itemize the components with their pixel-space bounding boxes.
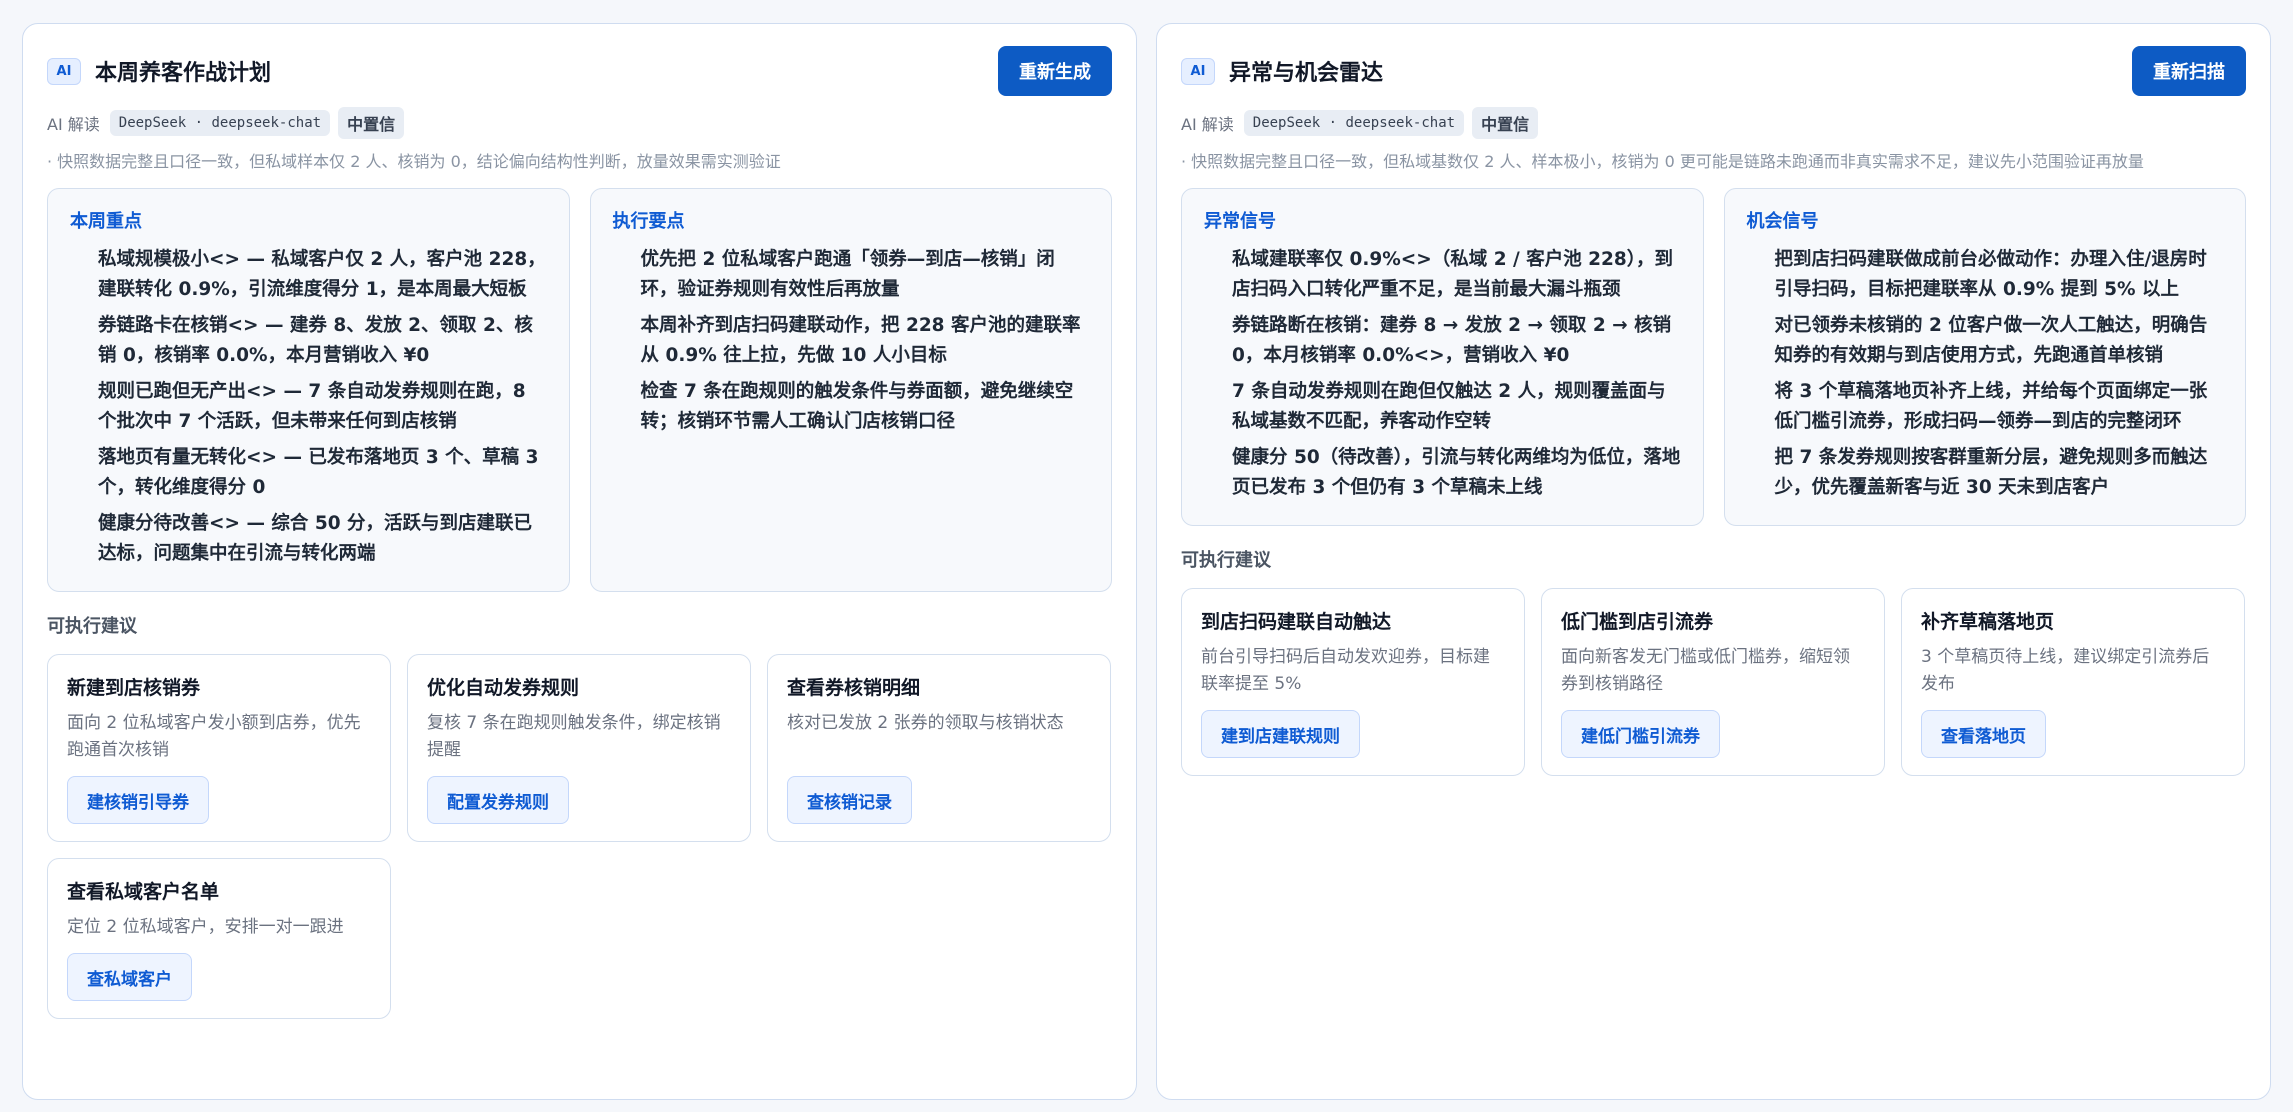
caveat-text: · 快照数据完整且口径一致，但私域样本仅 2 人、核销为 0，结论偏向结构性判断… <box>47 152 781 171</box>
list-item: 将 3 个草稿落地页补齐上线，并给每个页面绑定一张低门槛引流券，形成扫码—领券—… <box>1774 381 2208 432</box>
panel-header: AI 异常与机会雷达 重新扫描 <box>1181 46 2246 96</box>
meta-label: AI 解读 <box>47 115 100 134</box>
panel-title: 本周养客作战计划 <box>95 61 272 86</box>
list-item: 私域规模极小<> — 私域客户仅 2 人，客户池 228，建联转化 0.9%，引… <box>98 249 546 300</box>
create-connect-rule-button[interactable]: 建到店建联规则 <box>1201 710 1360 758</box>
action-cards: 新建到店核销券 面向 2 位私域客户发小额到店券，优先跑通首次核销 建核销引导券… <box>47 654 1112 1019</box>
card-title: 新建到店核销券 <box>67 677 201 699</box>
anomaly-radar-panel: AI 异常与机会雷达 重新扫描 AI 解读 DeepSeek · deepsee… <box>1156 23 2271 1100</box>
insight-columns: 本周重点 私域规模极小<> — 私域客户仅 2 人，客户池 228，建联转化 0… <box>47 188 1112 592</box>
panel-title: 异常与机会雷达 <box>1229 61 1384 86</box>
focus-box: 本周重点 私域规模极小<> — 私域客户仅 2 人，客户池 228，建联转化 0… <box>47 188 570 592</box>
action-card: 低门槛到店引流券 面向新客发无门槛或低门槛券，缩短领券到核销路径 建低门槛引流券 <box>1541 588 1885 776</box>
action-card: 新建到店核销券 面向 2 位私域客户发小额到店券，优先跑通首次核销 建核销引导券 <box>47 654 391 842</box>
action-card: 到店扫码建联自动触达 前台引导扫码后自动发欢迎券，目标建联率提至 5% 建到店建… <box>1181 588 1525 776</box>
list-item: 检查 7 条在跑规则的触发条件与券面额，避免继续空转；核销环节需人工确认门店核销… <box>640 381 1074 432</box>
list-item: 把到店扫码建联做成前台必做动作：办理入住/退房时引导扫码，目标把建联率从 0.9… <box>1774 249 2207 300</box>
card-desc: 面向新客发无门槛或低门槛券，缩短领券到核销路径 <box>1561 647 1850 694</box>
rescan-button[interactable]: 重新扫描 <box>2132 46 2246 96</box>
opportunity-title: 机会信号 <box>1746 211 1819 232</box>
ai-badge: AI <box>1181 57 1215 85</box>
insight-columns: 异常信号 私域建联率仅 0.9%<>（私域 2 / 客户池 228），到店扫码入… <box>1181 188 2246 526</box>
anomaly-title: 异常信号 <box>1204 211 1276 232</box>
list-item: 本周补齐到店扫码建联动作，把 228 客户池的建联率从 0.9% 往上拉，先做 … <box>640 315 1081 366</box>
card-title: 优化自动发券规则 <box>427 677 580 699</box>
card-desc: 面向 2 位私域客户发小额到店券，优先跑通首次核销 <box>67 713 361 760</box>
actions-title: 可执行建议 <box>47 616 137 637</box>
regenerate-button[interactable]: 重新生成 <box>998 46 1112 96</box>
model-chip: DeepSeek · deepseek-chat <box>109 110 331 136</box>
ai-meta: AI 解读 DeepSeek · deepseek-chat 中置信 <box>1181 107 2246 139</box>
list-item: 健康分 50（待改善），引流与转化两维均为低位，落地页已发布 3 个但仍有 3 … <box>1232 447 1681 498</box>
ai-meta: AI 解读 DeepSeek · deepseek-chat 中置信 <box>47 107 1112 139</box>
list-item: 把 7 条发券规则按客群重新分层，避免规则多而触达少，优先覆盖新客与近 30 天… <box>1774 447 2208 498</box>
action-card: 查看券核销明细 核对已发放 2 张券的领取与核销状态 查核销记录 <box>767 654 1111 842</box>
action-card: 优化自动发券规则 复核 7 条在跑规则触发条件，绑定核销提醒 配置发券规则 <box>407 654 751 842</box>
list-item: 券链路断在核销：建券 8 → 发放 2 → 领取 2 → 核销 0，本月核销率 … <box>1232 315 1672 366</box>
action-card: 查看私域客户名单 定位 2 位私域客户，安排一对一跟进 查私域客户 <box>47 858 391 1019</box>
view-private-customers-button[interactable]: 查私域客户 <box>67 953 192 1001</box>
execution-list: 优先把 2 位私域客户跑通「领券—到店—核销」闭环，验证券规则有效性后再放量 本… <box>613 245 1090 437</box>
panel-header: AI 本周养客作战计划 重新生成 <box>47 46 1112 96</box>
card-title: 查看私域客户名单 <box>67 881 220 903</box>
execution-box: 执行要点 优先把 2 位私域客户跑通「领券—到店—核销」闭环，验证券规则有效性后… <box>589 188 1112 592</box>
list-item: 私域建联率仅 0.9%<>（私域 2 / 客户池 228），到店扫码入口转化严重… <box>1232 249 1674 300</box>
meta-label: AI 解读 <box>1181 115 1234 134</box>
create-redeem-coupon-button[interactable]: 建核销引导券 <box>67 776 209 824</box>
list-item: 规则已跑但无产出<> — 7 条自动发券规则在跑，8 个批次中 7 个活跃，但未… <box>98 381 526 432</box>
weekly-plan-panel: AI 本周养客作战计划 重新生成 AI 解读 DeepSeek · deepse… <box>22 23 1137 1100</box>
view-redeem-records-button[interactable]: 查核销记录 <box>787 776 912 824</box>
actions-title: 可执行建议 <box>1181 550 1271 571</box>
ai-badge: AI <box>47 57 81 85</box>
confidence-chip: 中置信 <box>1472 107 1539 139</box>
anomaly-list: 私域建联率仅 0.9%<>（私域 2 / 客户池 228），到店扫码入口转化严重… <box>1204 245 1681 503</box>
list-item: 健康分待改善<> — 综合 50 分，活跃与到店建联已达标，问题集中在引流与转化… <box>98 513 533 564</box>
view-landing-pages-button[interactable]: 查看落地页 <box>1921 710 2046 758</box>
card-desc: 核对已发放 2 张券的领取与核销状态 <box>787 713 1064 733</box>
card-desc: 3 个草稿页待上线，建议绑定引流券后发布 <box>1921 647 2210 694</box>
card-desc: 前台引导扫码后自动发欢迎券，目标建联率提至 5% <box>1201 647 1490 694</box>
create-low-threshold-coupon-button[interactable]: 建低门槛引流券 <box>1561 710 1720 758</box>
list-item: 优先把 2 位私域客户跑通「领券—到店—核销」闭环，验证券规则有效性后再放量 <box>640 249 1055 300</box>
card-desc: 定位 2 位私域客户，安排一对一跟进 <box>67 917 344 937</box>
card-desc: 复核 7 条在跑规则触发条件，绑定核销提醒 <box>427 713 721 760</box>
caveat-text: · 快照数据完整且口径一致，但私域基数仅 2 人、样本极小，核销为 0 更可能是… <box>1181 152 2144 171</box>
list-item: 券链路卡在核销<> — 建券 8、发放 2、领取 2、核销 0，核销率 0.0%… <box>98 315 533 366</box>
card-title: 查看券核销明细 <box>787 677 921 699</box>
configure-coupon-rules-button[interactable]: 配置发券规则 <box>427 776 569 824</box>
card-title: 到店扫码建联自动触达 <box>1201 611 1392 633</box>
opportunity-box: 机会信号 把到店扫码建联做成前台必做动作：办理入住/退房时引导扫码，目标把建联率… <box>1723 188 2246 526</box>
execution-title: 执行要点 <box>612 211 685 232</box>
action-cards: 到店扫码建联自动触达 前台引导扫码后自动发欢迎券，目标建联率提至 5% 建到店建… <box>1181 588 2246 776</box>
card-title: 补齐草稿落地页 <box>1921 611 2055 633</box>
opportunity-list: 把到店扫码建联做成前台必做动作：办理入住/退房时引导扫码，目标把建联率从 0.9… <box>1747 245 2224 503</box>
list-item: 7 条自动发券规则在跑但仅触达 2 人，规则覆盖面与私域基数不匹配，养客动作空转 <box>1232 381 1666 432</box>
focus-title: 本周重点 <box>70 211 142 232</box>
confidence-chip: 中置信 <box>338 107 405 139</box>
focus-list: 私域规模极小<> — 私域客户仅 2 人，客户池 228，建联转化 0.9%，引… <box>70 245 547 569</box>
action-card: 补齐草稿落地页 3 个草稿页待上线，建议绑定引流券后发布 查看落地页 <box>1901 588 2245 776</box>
list-item: 落地页有量无转化<> — 已发布落地页 3 个、草稿 3 个，转化维度得分 0 <box>98 447 539 498</box>
card-title: 低门槛到店引流券 <box>1561 611 1714 633</box>
list-item: 对已领券未核销的 2 位客户做一次人工触达，明确告知券的有效期与到店使用方式，先… <box>1774 315 2208 366</box>
model-chip: DeepSeek · deepseek-chat <box>1243 110 1465 136</box>
anomaly-box: 异常信号 私域建联率仅 0.9%<>（私域 2 / 客户池 228），到店扫码入… <box>1181 188 1704 526</box>
